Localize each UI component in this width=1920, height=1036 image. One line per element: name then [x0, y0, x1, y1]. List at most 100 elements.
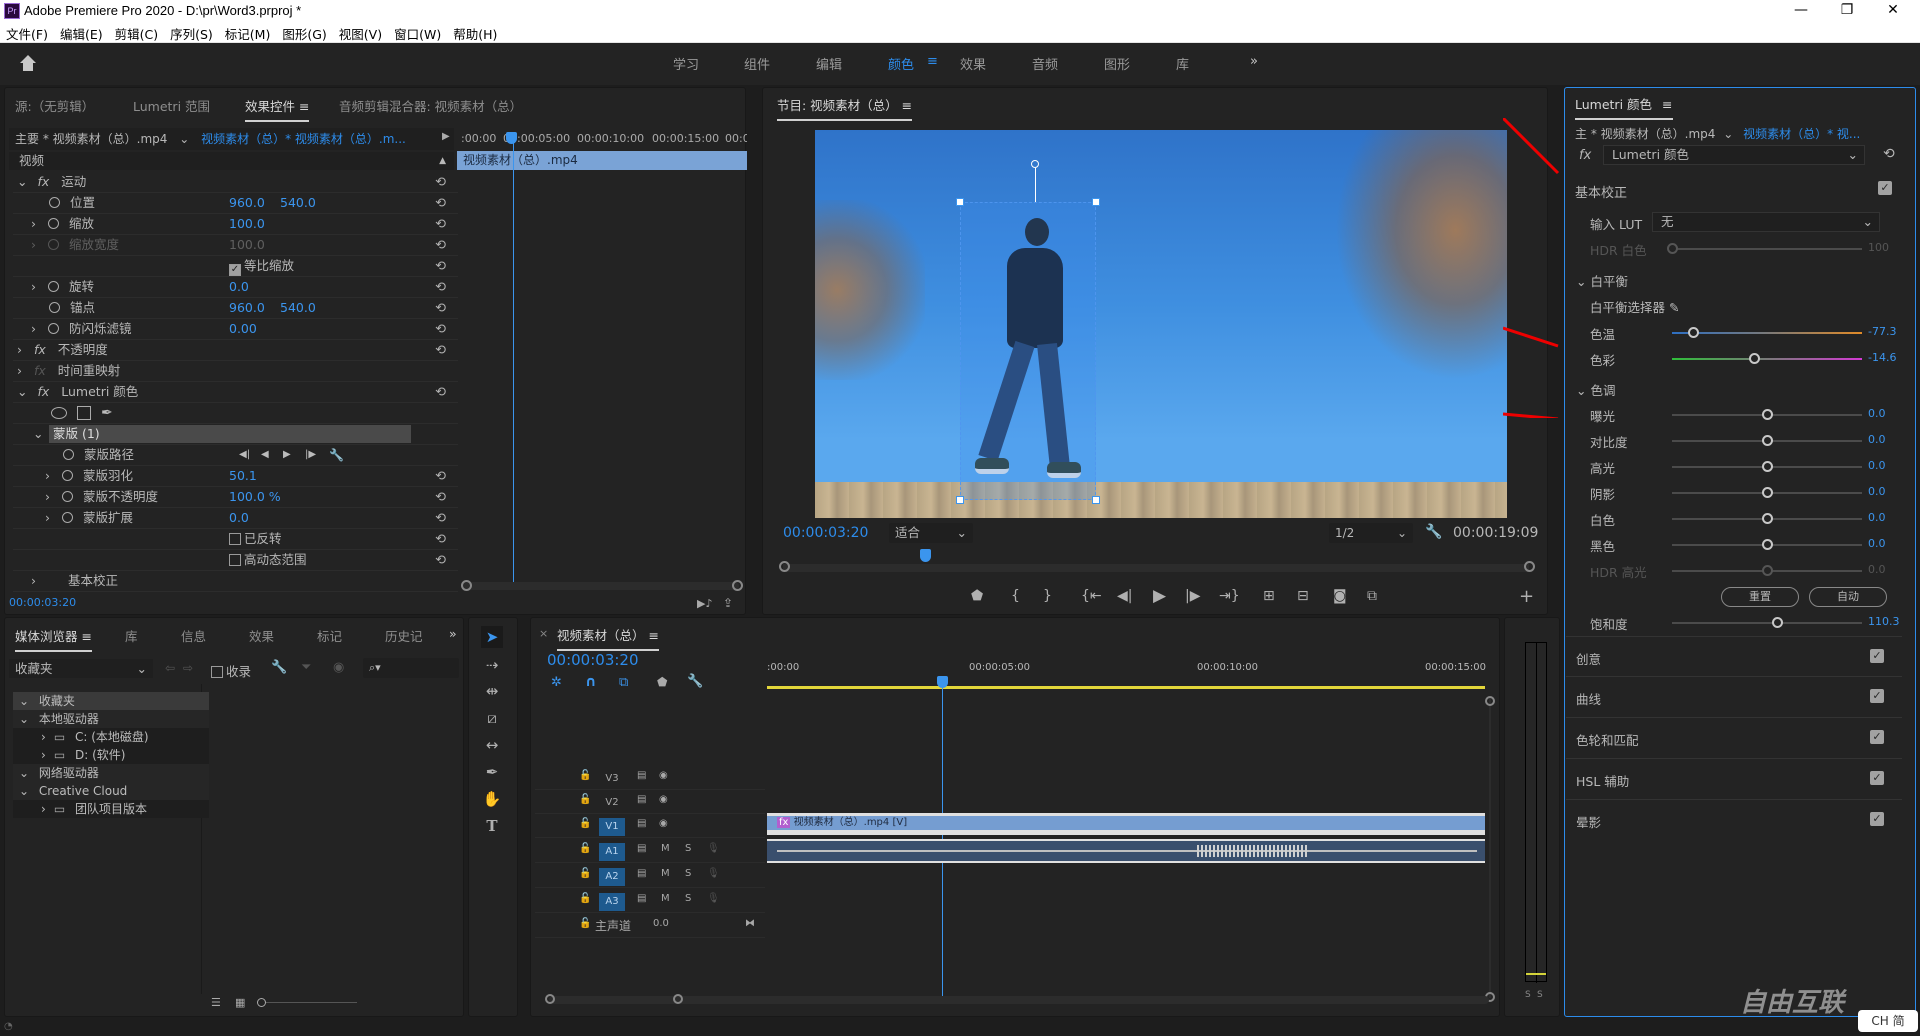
export-frame-icon[interactable]: ◙ — [1333, 588, 1347, 604]
reset-icon[interactable]: ⟲ — [435, 467, 446, 487]
section-creative[interactable]: 创意 ✓ — [1566, 636, 1902, 677]
reset-icon[interactable]: ⟲ — [435, 215, 446, 235]
tree-item[interactable]: ⌄ 收藏夹 — [13, 692, 209, 710]
menu-help[interactable]: 帮助(H) — [447, 22, 503, 43]
track-select-tool-icon[interactable]: ⇢ — [481, 654, 503, 676]
rectangle-mask-icon[interactable] — [77, 406, 91, 420]
timeline-ruler[interactable]: :00:00 00:00:05:00 00:00:10:00 00:00:15:… — [767, 658, 1486, 692]
sequence-clip-link[interactable]: 视频素材（总）* 视频素材（总）.m... — [201, 132, 406, 146]
video-clip[interactable]: fx 视频素材（总）.mp4 [V] — [767, 813, 1485, 835]
lock-icon[interactable]: 🔓 — [579, 843, 591, 854]
scrollbar-handle[interactable] — [545, 994, 555, 1004]
mask-outline[interactable] — [956, 198, 1100, 504]
menu-file[interactable]: 文件(F) — [0, 22, 54, 43]
tab-lumetri-scopes[interactable]: Lumetri 范围 — [133, 96, 210, 115]
resolution-dropdown[interactable]: 1/2 ⌄ — [1329, 523, 1413, 543]
tone-header[interactable]: ⌄ 色调 — [1576, 380, 1615, 399]
effect-row-opacity[interactable]: › fx 不透明度 ⟲ — [13, 340, 458, 361]
basic-correction-header[interactable]: 基本校正 — [1575, 182, 1627, 201]
sync-lock-icon[interactable]: ▤ — [637, 893, 646, 904]
mask-vertex-handle[interactable] — [1092, 496, 1100, 504]
stopwatch-icon[interactable] — [62, 512, 73, 523]
tab-effect-controls[interactable]: 效果控件 ≡ — [245, 96, 310, 122]
mute-button[interactable]: M — [661, 843, 670, 854]
snap-magnet-icon[interactable]: ∩ — [585, 674, 596, 690]
ingest-settings-wrench-icon[interactable]: 🔧 — [271, 660, 287, 675]
minimize-button[interactable]: — — [1778, 0, 1824, 22]
location-dropdown[interactable]: 收藏夹 ⌄ — [9, 659, 153, 678]
step-backward-icon[interactable]: ◀ — [261, 445, 269, 465]
ec-zoom-scrollbar[interactable] — [463, 582, 739, 590]
eye-icon[interactable]: ◉ — [659, 794, 668, 805]
scroll-up-icon[interactable]: ▲ — [439, 152, 446, 170]
workspace-overflow-icon[interactable]: » — [1250, 54, 1258, 69]
play-icon[interactable]: ▶ — [1153, 586, 1166, 606]
scrollbar-handle-left[interactable] — [461, 580, 472, 591]
temperature-slider[interactable] — [1672, 327, 1862, 338]
stopwatch-icon[interactable] — [62, 491, 73, 502]
mask-rotation-handle[interactable] — [1031, 160, 1039, 168]
forward-arrow-icon[interactable]: ⇨ — [183, 661, 193, 675]
tree-item[interactable]: ⌄ 本地驱动器 — [13, 710, 209, 728]
workspace-tab-color[interactable]: 颜色 — [888, 54, 914, 73]
work-area-bar[interactable] — [767, 686, 1485, 689]
timeline-settings-wrench-icon[interactable]: 🔧 — [687, 674, 703, 689]
thumbnail-size-slider[interactable] — [257, 998, 357, 1007]
program-current-time[interactable]: 00:00:03:20 — [783, 525, 868, 541]
tree-item[interactable]: ⌄ Creative Cloud — [13, 782, 209, 800]
track-target-toggle[interactable]: A2 — [599, 868, 625, 886]
slider-knob[interactable] — [1762, 461, 1773, 472]
position-y-value[interactable]: 540.0 — [280, 193, 316, 213]
slider-knob[interactable] — [1762, 435, 1773, 446]
filter-audio-icon[interactable]: ▶♪ — [697, 597, 712, 610]
razor-tool-icon[interactable]: ⧄ — [481, 707, 503, 729]
chevron-down-icon[interactable]: ⌄ — [19, 712, 29, 726]
stopwatch-icon[interactable] — [48, 218, 59, 229]
fx-icon[interactable]: fx — [34, 342, 46, 357]
step-forward-icon[interactable]: |▶ — [1185, 588, 1200, 604]
add-marker-icon[interactable]: ⬟ — [971, 588, 983, 604]
reset-icon[interactable]: ⟲ — [435, 257, 446, 277]
reset-icon[interactable]: ⟲ — [435, 509, 446, 529]
effect-row-lumetri[interactable]: ⌄ fx Lumetri 颜色 ⟲ — [13, 382, 458, 403]
sync-lock-icon[interactable]: ▤ — [637, 843, 646, 854]
slider-value[interactable]: 0.0 — [1868, 511, 1886, 524]
scrollbar-handle[interactable] — [1485, 696, 1495, 706]
slider-knob[interactable] — [257, 998, 266, 1007]
sequence-clip-link[interactable]: 视频素材（总）* 视... — [1743, 127, 1860, 141]
workspace-tab-libraries[interactable]: 库 — [1176, 54, 1189, 73]
program-scrub-bar[interactable] — [783, 564, 1529, 572]
stopwatch-icon[interactable] — [49, 302, 60, 313]
position-x-value[interactable]: 960.0 — [229, 193, 265, 213]
chevron-down-icon[interactable]: ⌄ — [179, 132, 189, 146]
anti-flicker-value[interactable]: 0.00 — [229, 319, 257, 339]
step-forward-icon[interactable]: ▶ — [283, 445, 291, 465]
eyedropper-icon[interactable]: ✎ — [1669, 300, 1679, 315]
section-color-wheels[interactable]: 色轮和匹配 ✓ — [1566, 718, 1902, 759]
track-target-toggle[interactable]: V3 — [599, 770, 625, 788]
chevron-down-icon[interactable]: ⌄ — [19, 766, 29, 780]
panel-menu-icon[interactable]: ≡ — [1662, 97, 1672, 112]
mute-button[interactable]: M — [661, 893, 670, 904]
hdr-checkbox[interactable] — [229, 554, 241, 566]
solo-button[interactable]: S — [685, 868, 691, 879]
slider-value[interactable]: 0.0 — [1868, 485, 1886, 498]
reset-icon[interactable]: ⟲ — [435, 530, 446, 550]
lock-icon[interactable]: 🔓 — [579, 794, 591, 805]
stopwatch-icon[interactable] — [62, 470, 73, 481]
track-target-toggle[interactable]: V1 — [599, 818, 625, 836]
workspace-tab-graphics[interactable]: 图形 — [1104, 54, 1130, 73]
tab-effects[interactable]: 效果 — [249, 626, 274, 645]
back-arrow-icon[interactable]: ⇦ — [165, 661, 175, 675]
tint-slider[interactable] — [1672, 353, 1862, 364]
tree-item[interactable]: › ▭ C: (本地磁盘) — [13, 728, 209, 746]
tone-slider[interactable] — [1672, 435, 1862, 446]
reset-icon[interactable]: ⟲ — [435, 551, 446, 571]
fx-icon[interactable]: fx — [37, 384, 49, 399]
tone-slider[interactable] — [1672, 539, 1862, 550]
lock-icon[interactable]: 🔓 — [579, 818, 591, 829]
menu-view[interactable]: 视图(V) — [333, 22, 388, 43]
slider-knob[interactable] — [1762, 409, 1773, 420]
slider-value[interactable]: 0.0 — [1868, 459, 1886, 472]
section-vignette[interactable]: 晕影 ✓ — [1566, 800, 1902, 841]
